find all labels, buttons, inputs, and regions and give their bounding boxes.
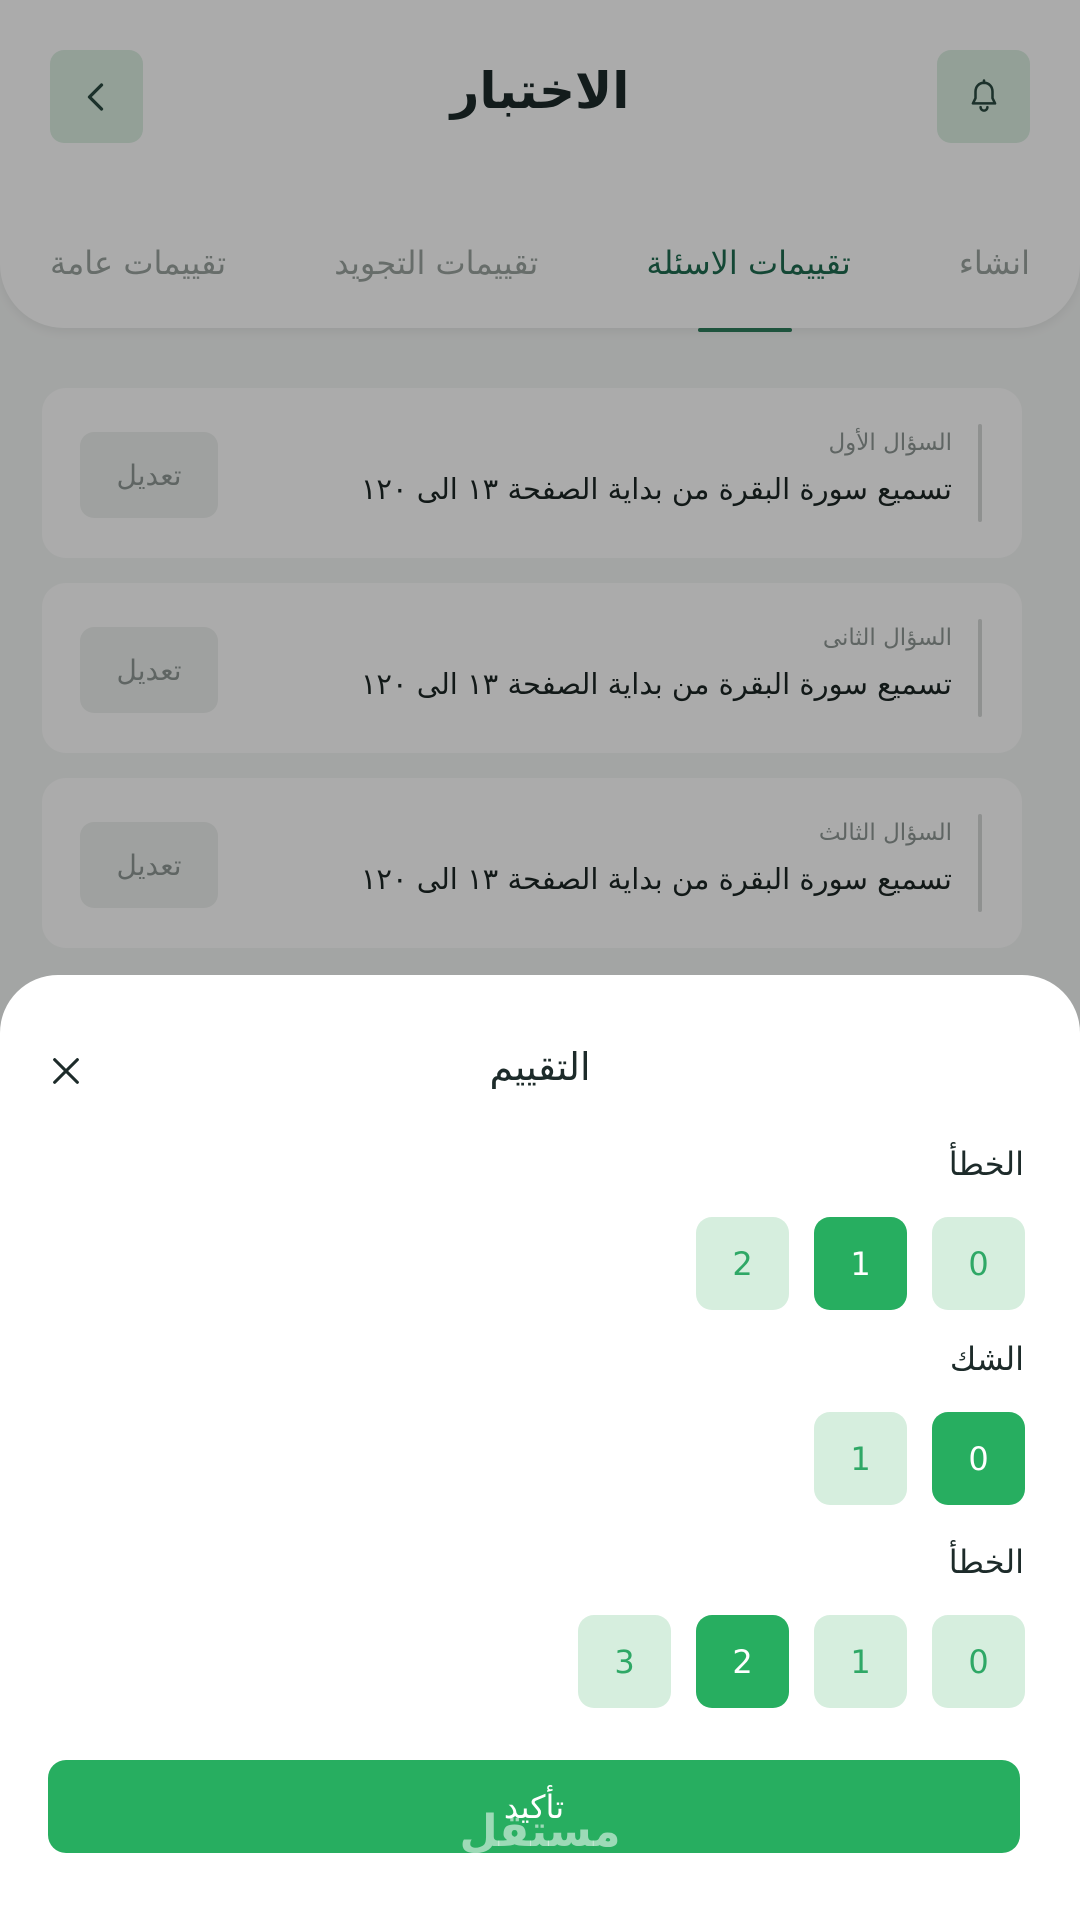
rating-group-label: الخطأ [948, 1543, 1024, 1581]
sheet-title: التقييم [489, 1045, 591, 1089]
rating-options: 0 1 2 3 [578, 1615, 1025, 1708]
rating-option[interactable]: 1 [814, 1615, 907, 1708]
rating-option-selected[interactable]: 2 [696, 1615, 789, 1708]
rating-bottom-sheet: التقييم الخطأ 0 1 2 الشك 0 1 الخطأ 0 1 2… [0, 975, 1080, 1920]
rating-option[interactable]: 1 [814, 1412, 907, 1505]
app-screen: الاختبار انشاء تقييمات الاسئلة تقييمات ا… [0, 0, 1080, 1920]
rating-group-label: الشك [949, 1340, 1024, 1378]
rating-group-label: الخطأ [948, 1145, 1024, 1183]
rating-option[interactable]: 0 [932, 1217, 1025, 1310]
rating-option[interactable]: 0 [932, 1615, 1025, 1708]
rating-options: 0 1 2 [696, 1217, 1025, 1310]
rating-option[interactable]: 3 [578, 1615, 671, 1708]
watermark-latin: mostaqi.com [481, 1860, 599, 1881]
confirm-button[interactable]: تأكيد [48, 1760, 1020, 1853]
rating-option[interactable]: 2 [696, 1217, 789, 1310]
rating-option-selected[interactable]: 0 [932, 1412, 1025, 1505]
rating-option-selected[interactable]: 1 [814, 1217, 907, 1310]
rating-options: 0 1 [814, 1412, 1025, 1505]
